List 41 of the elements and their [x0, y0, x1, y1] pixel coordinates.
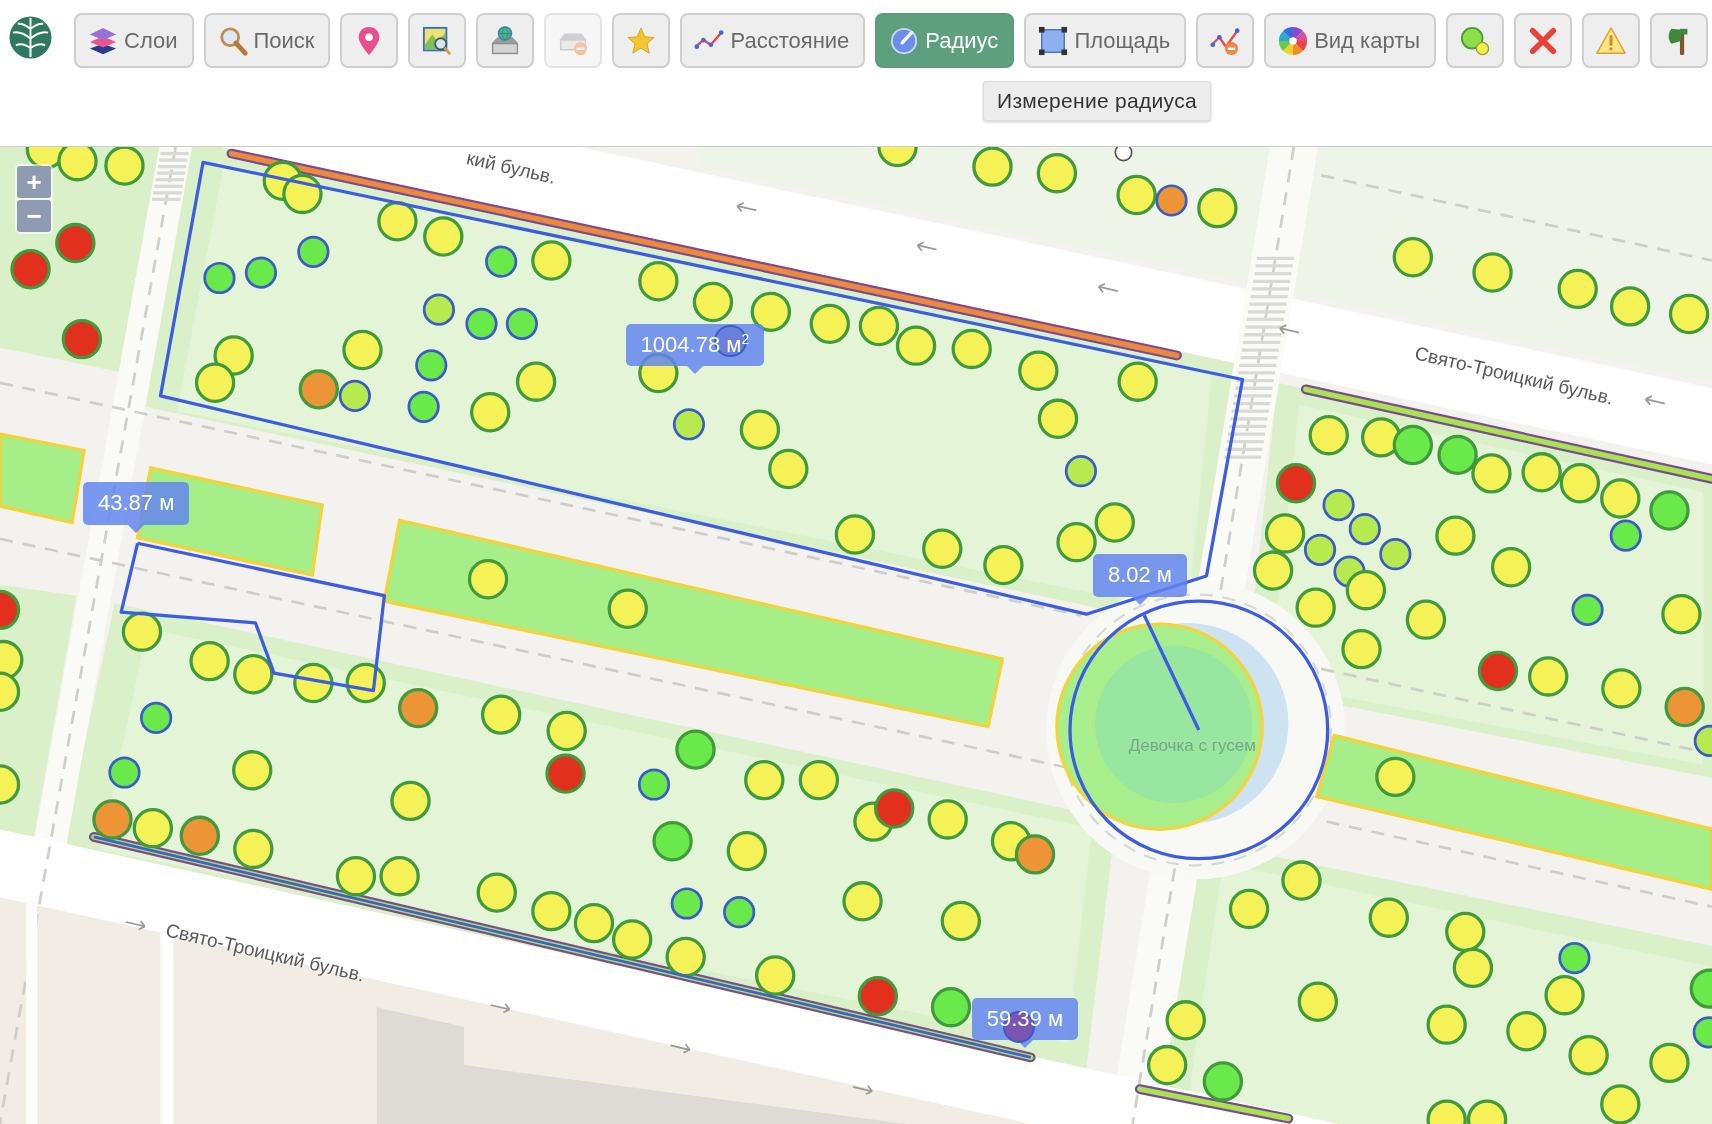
- one-way-arrow-icon: [669, 1043, 691, 1054]
- street-label: кий бульв.: [464, 147, 558, 189]
- one-way-arrow-icon: [124, 920, 146, 931]
- polyline-minus-icon: [1210, 25, 1241, 56]
- layers-icon: [88, 25, 118, 56]
- toolbar-button[interactable]: [340, 13, 399, 68]
- one-way-arrow-icon: [736, 202, 758, 213]
- zoom-out-button[interactable]: −: [17, 200, 51, 232]
- toolbar-button[interactable]: Поиск: [203, 13, 331, 68]
- one-way-arrow-icon: [489, 1003, 511, 1014]
- place-label: Девочка с гусем: [1128, 736, 1256, 757]
- toolbar-button[interactable]: [1650, 13, 1709, 68]
- tooltip: Измерение радиуса: [983, 81, 1211, 121]
- one-way-arrow-icon: [852, 1084, 873, 1096]
- one-way-arrow-icon: [1279, 324, 1300, 335]
- toolbar-button[interactable]: [1514, 13, 1573, 68]
- toolbar-button[interactable]: Радиус: [875, 13, 1015, 68]
- toolbar-button[interactable]: Площадь: [1024, 13, 1187, 68]
- circles-icon: [1460, 25, 1491, 56]
- one-way-arrow-icon: [916, 241, 938, 252]
- toolbar-button[interactable]: Слои: [74, 13, 194, 68]
- toolbar-button[interactable]: Вид карты: [1264, 13, 1437, 68]
- zoom-in-button[interactable]: +: [17, 166, 51, 198]
- star-icon: [626, 25, 657, 56]
- toolbar-button[interactable]: [1446, 13, 1505, 68]
- one-way-arrow-icon: [1644, 395, 1666, 406]
- dial-icon: [889, 25, 920, 56]
- toolbar-button[interactable]: [408, 13, 467, 68]
- color-wheel-icon: [1278, 25, 1309, 56]
- toolbar-button[interactable]: [476, 13, 535, 68]
- measurement-label: 8.02 м: [1092, 554, 1187, 605]
- cross-icon: [1528, 25, 1559, 56]
- tray-globe-icon: [490, 25, 521, 56]
- leaf-logo-icon: [9, 16, 52, 59]
- one-way-arrow-icon: [1097, 282, 1119, 294]
- search-icon: [217, 25, 248, 56]
- measurement-label: 43.87 м: [82, 482, 190, 533]
- warning-icon: [1596, 25, 1627, 56]
- map-search-icon: [422, 25, 453, 56]
- toolbar-button[interactable]: [1196, 13, 1255, 68]
- toolbar-button[interactable]: Расстояние: [680, 13, 866, 68]
